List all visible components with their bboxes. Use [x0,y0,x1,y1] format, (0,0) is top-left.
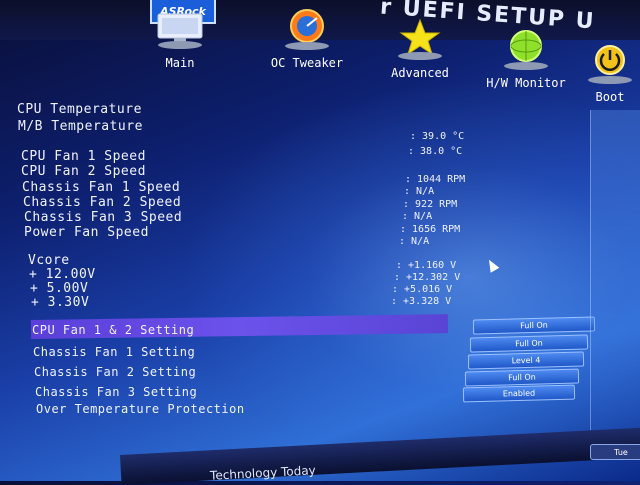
main-nav: Main OC Tweaker Advanced H/W Monitor Boo… [0,0,640,115]
setting-chassis-fan2-label[interactable]: Chassis Fan 2 Setting [34,365,196,379]
chassis-fan2-value: : N/A [402,211,433,222]
power-fan-label: Power Fan Speed [24,225,149,240]
tab-main-label: Main [165,56,195,70]
over-temp-setting-button[interactable]: Enabled [462,384,576,403]
chassis-fan1-value: : 922 RPM [403,199,458,210]
chassis-fan2-label: Chassis Fan 2 Speed [23,195,182,210]
globe-icon [498,28,554,70]
cpu-fan2-label: CPU Fan 2 Speed [21,164,146,179]
chassis-fan1-setting-button[interactable]: Full On [469,334,589,353]
tab-boot-label: Boot [595,90,625,104]
setting-cpu-fan-label[interactable]: CPU Fan 1 & 2 Setting [32,323,194,337]
cpu-fan1-value: : 1044 RPM [405,174,466,185]
cpu-fan1-label: CPU Fan 1 Speed [21,149,146,164]
chassis-fan1-label: Chassis Fan 1 Speed [22,180,181,195]
vcore-value: : +1.160 V [396,260,457,271]
v33-value: : +3.328 V [391,296,452,307]
tab-advanced-label: Advanced [391,66,449,80]
setting-chassis-fan3-label[interactable]: Chassis Fan 3 Setting [35,385,197,399]
power-icon [582,42,638,84]
chassis-fan3-value: : 1656 RPM [400,224,461,235]
setting-chassis-fan1-label[interactable]: Chassis Fan 1 Setting [33,345,195,359]
v5-label: + 5.00V [30,281,89,296]
chassis-fan3-label: Chassis Fan 3 Speed [24,210,183,225]
mouse-cursor-icon [484,257,500,273]
cpu-temp-value: : 39.0 °C [410,131,465,142]
tab-main[interactable]: Main [140,8,220,70]
v33-label: + 3.30V [31,295,90,310]
power-fan-value: : N/A [399,236,430,247]
bottom-bar [120,425,640,485]
help-panel [590,110,640,430]
v12-label: + 12.00V [29,267,96,282]
tab-hw-monitor[interactable]: H/W Monitor [476,28,576,90]
mb-temp-label: M/B Temperature [18,119,143,134]
cpu-fan-setting-button[interactable]: Full On [472,316,596,335]
cpu-fan2-value: : N/A [404,186,435,197]
monitor-icon [152,8,208,50]
tab-oc-tweaker[interactable]: OC Tweaker [262,8,352,70]
star-icon [392,18,448,60]
setting-over-temp-label[interactable]: Over Temperature Protection [36,402,245,416]
tab-boot[interactable]: Boot [582,42,638,104]
chassis-fan3-setting-button[interactable]: Full On [464,368,580,387]
tab-advanced[interactable]: Advanced [380,18,460,80]
cpu-temp-label: CPU Temperature [17,102,142,117]
tab-hw-monitor-label: H/W Monitor [486,76,566,90]
chassis-fan2-setting-button[interactable]: Level 4 [467,351,585,370]
vcore-label: Vcore [28,253,70,268]
tab-oc-tweaker-label: OC Tweaker [270,56,344,70]
v12-value: : +12.302 V [394,272,461,283]
speedometer-icon [279,8,335,50]
datetime-badge: Tue [590,444,640,460]
v5-value: : +5.016 V [392,284,453,295]
mb-temp-value: : 38.0 °C [408,146,463,157]
